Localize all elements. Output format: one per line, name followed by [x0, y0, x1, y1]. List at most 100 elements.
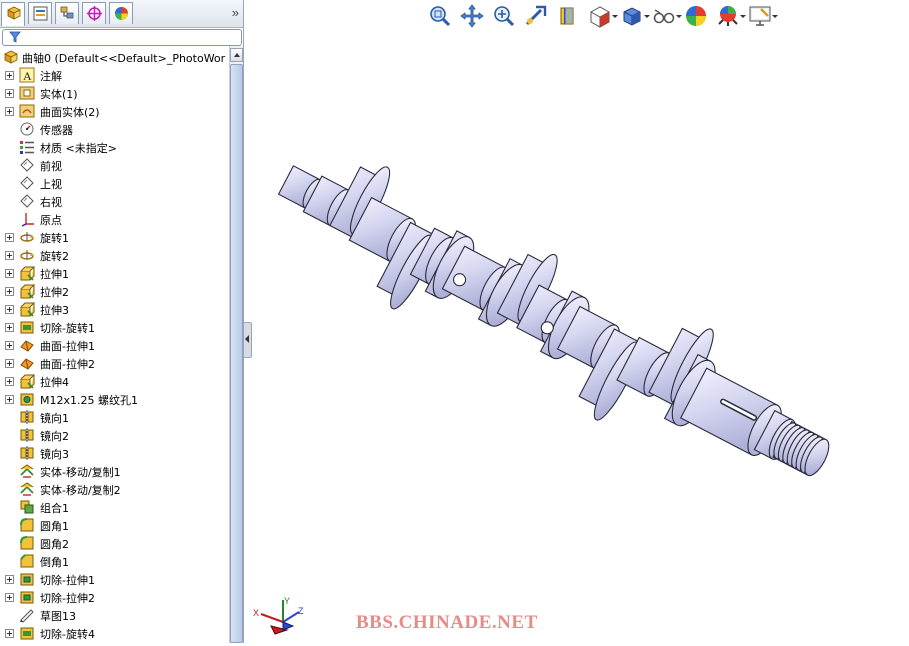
tree-item-label: 旋转2: [40, 250, 69, 263]
expand-toggle[interactable]: [5, 377, 14, 386]
tree-item-label: 组合1: [40, 502, 69, 515]
filter-icon: [9, 31, 21, 43]
tree-item[interactable]: 切除-拉伸1: [0, 570, 230, 588]
tree-filter-bar[interactable]: [2, 29, 242, 46]
zoom-area-button[interactable]: [491, 3, 517, 29]
tree-item[interactable]: 圆角1: [0, 516, 230, 534]
tree-item[interactable]: 材质 <未指定>: [0, 138, 230, 156]
edit-appearance-button[interactable]: [683, 3, 709, 29]
tree-item[interactable]: 上视: [0, 174, 230, 192]
tree-item[interactable]: 旋转2: [0, 246, 230, 264]
feature-manager-tab[interactable]: [1, 2, 25, 26]
expand-toggle[interactable]: [5, 323, 14, 332]
tree-item-label: 实体-移动/复制2: [40, 484, 121, 497]
chevron-down-icon[interactable]: [772, 15, 778, 18]
tree-item[interactable]: 切除-旋转4: [0, 624, 230, 642]
tree-item[interactable]: 倒角1: [0, 552, 230, 570]
tree-item[interactable]: 曲面实体(2): [0, 102, 230, 120]
tree-item-label: 材质 <未指定>: [40, 142, 117, 155]
more-tabs-button[interactable]: »: [232, 5, 239, 20]
chevron-down-icon[interactable]: [740, 15, 746, 18]
expand-toggle[interactable]: [5, 629, 14, 638]
tree-scrollbar[interactable]: [229, 46, 243, 643]
expand-toggle[interactable]: [5, 71, 14, 80]
tree-item[interactable]: 右视: [0, 192, 230, 210]
crankshaft-model[interactable]: [251, 30, 909, 643]
expand-toggle[interactable]: [5, 233, 14, 242]
view-settings-icon: [749, 6, 771, 26]
tree-item-label: 拉伸4: [40, 376, 69, 389]
fillet-icon: [20, 518, 34, 532]
scroll-up-button[interactable]: [230, 48, 243, 62]
graphics-area[interactable]: [251, 30, 909, 643]
tree-root-part[interactable]: 曲轴0 (Default<<Default>_PhotoWor: [0, 48, 230, 66]
tree-item[interactable]: M12x1.25 螺纹孔1: [0, 390, 230, 408]
configuration-manager-tab[interactable]: [55, 2, 79, 24]
tree-item-label: 拉伸3: [40, 304, 69, 317]
tree-item[interactable]: 镜向2: [0, 426, 230, 444]
expand-toggle[interactable]: [5, 575, 14, 584]
view-settings-button[interactable]: [747, 3, 778, 29]
expand-toggle[interactable]: [5, 341, 14, 350]
mirror-icon: [20, 446, 34, 460]
plane-icon: [20, 158, 34, 172]
cut-extrude-icon: [20, 573, 34, 586]
tree-item[interactable]: 拉伸3: [0, 300, 230, 318]
tree-item[interactable]: 切除-旋转1: [0, 318, 230, 336]
scroll-thumb[interactable]: [230, 64, 243, 643]
expand-toggle[interactable]: [5, 395, 14, 404]
expand-toggle[interactable]: [5, 107, 14, 116]
expand-toggle[interactable]: [5, 305, 14, 314]
chevron-down-icon[interactable]: [644, 15, 650, 18]
display-style-button[interactable]: [619, 3, 650, 29]
section-view-button[interactable]: [555, 3, 581, 29]
hide-show-button[interactable]: [651, 3, 682, 29]
revolve-icon: [20, 250, 34, 260]
expand-toggle[interactable]: [5, 269, 14, 278]
tree-item[interactable]: 草图13: [0, 606, 230, 624]
tree-item-label: 圆角2: [40, 538, 69, 551]
surface-bodies-icon: [19, 104, 35, 118]
zoom-to-fit-button[interactable]: [427, 3, 453, 29]
chevron-down-icon[interactable]: [612, 15, 618, 18]
property-manager-tab[interactable]: [28, 2, 52, 24]
tree-item-label: 镜向1: [40, 412, 69, 425]
tree-item[interactable]: 镜向3: [0, 444, 230, 462]
tree-item[interactable]: 镜向1: [0, 408, 230, 426]
tree-item[interactable]: 圆角2: [0, 534, 230, 552]
expand-toggle[interactable]: [5, 89, 14, 98]
tree-item[interactable]: 拉伸2: [0, 282, 230, 300]
expand-toggle[interactable]: [5, 359, 14, 368]
tree-item[interactable]: 切除-拉伸2: [0, 588, 230, 606]
display-style-icon: [623, 7, 641, 26]
expand-toggle[interactable]: [5, 251, 14, 260]
previous-view-button[interactable]: [523, 3, 549, 29]
pan-button[interactable]: [459, 3, 485, 29]
tree-item-label: 前视: [40, 160, 62, 173]
tree-item[interactable]: 拉伸1: [0, 264, 230, 282]
chevron-down-icon[interactable]: [676, 15, 682, 18]
tree-item[interactable]: 实体-移动/复制1: [0, 462, 230, 480]
tree-item[interactable]: A 注解: [0, 66, 230, 84]
tree-item-label: 切除-拉伸2: [40, 592, 95, 605]
tree-item-label: 倒角1: [40, 556, 69, 569]
tree-item[interactable]: 实体(1): [0, 84, 230, 102]
dimxpert-tab[interactable]: [82, 2, 106, 24]
tree-item[interactable]: 实体-移动/复制2: [0, 480, 230, 498]
hole-wizard-icon: [20, 393, 34, 406]
expand-toggle[interactable]: [5, 287, 14, 296]
tree-item[interactable]: 原点: [0, 210, 230, 228]
appearance-icon: [115, 7, 128, 20]
tree-item[interactable]: 拉伸4: [0, 372, 230, 390]
expand-toggle[interactable]: [5, 593, 14, 602]
tree-item[interactable]: 曲面-拉伸2: [0, 354, 230, 372]
view-orientation-button[interactable]: [587, 3, 618, 29]
apply-scene-button[interactable]: [715, 3, 746, 29]
tree-item[interactable]: 前视: [0, 156, 230, 174]
tree-item[interactable]: 曲面-拉伸1: [0, 336, 230, 354]
tree-item-label: 曲面-拉伸1: [40, 340, 95, 353]
display-manager-tab[interactable]: [109, 2, 133, 24]
tree-item[interactable]: 旋转1: [0, 228, 230, 246]
tree-item[interactable]: 组合1: [0, 498, 230, 516]
tree-item[interactable]: 传感器: [0, 120, 230, 138]
